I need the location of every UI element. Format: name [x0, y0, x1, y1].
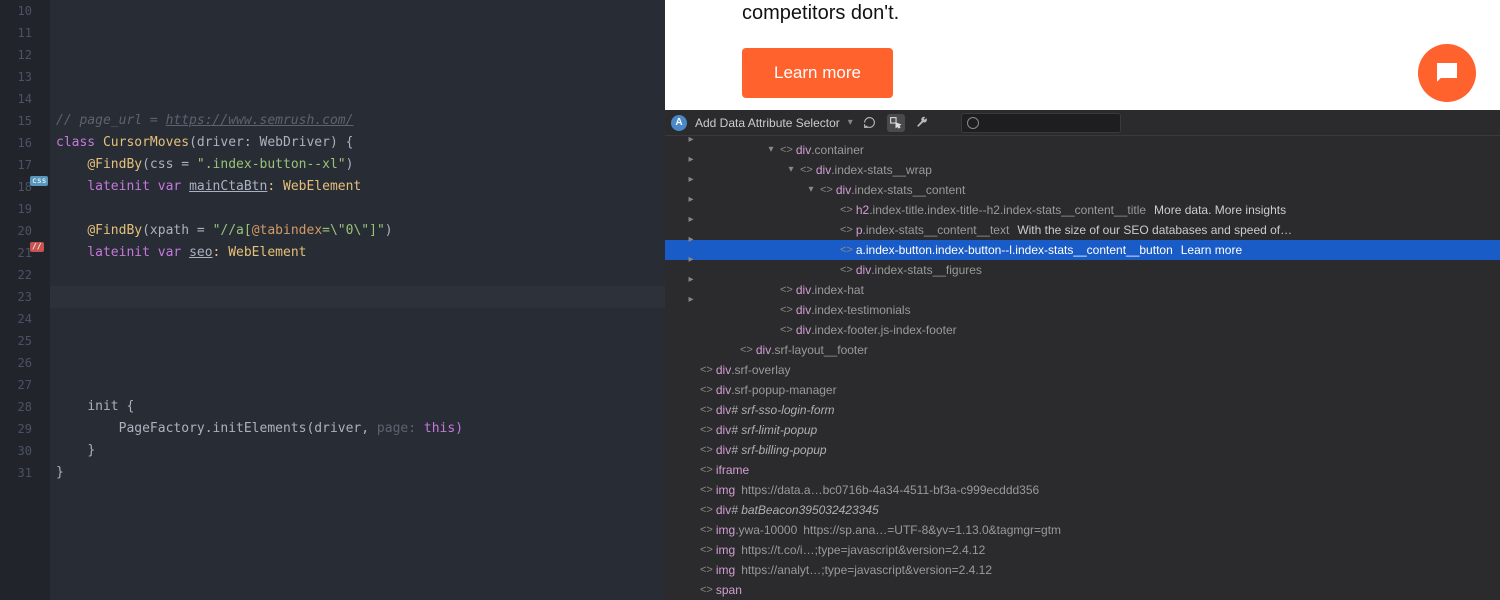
code-line[interactable]: [50, 198, 665, 220]
line-number: 15: [0, 110, 50, 132]
chat-icon[interactable]: [1418, 44, 1476, 102]
expand-chevron-icon[interactable]: [685, 290, 697, 600]
css-hint-icon[interactable]: css: [30, 168, 44, 182]
dom-node[interactable]: <>div# srf-billing-popup: [665, 440, 1500, 460]
line-number: 11: [0, 22, 50, 44]
line-number: 10: [0, 0, 50, 22]
dom-node[interactable]: <>div.srf-layout__footer: [665, 340, 1500, 360]
devtools-toolbar: A Add Data Attribute Selector ▾: [665, 110, 1500, 136]
dom-node[interactable]: <>imghttps://analyt…;type=javascript&ver…: [665, 560, 1500, 580]
line-number: 29: [0, 418, 50, 440]
dom-node[interactable]: <>span: [665, 580, 1500, 600]
code-line[interactable]: [50, 308, 665, 330]
dom-node[interactable]: <>imghttps://t.co/i…;type=javascript&ver…: [665, 540, 1500, 560]
expand-chevron-icon[interactable]: [785, 160, 797, 180]
line-number: 12: [0, 44, 50, 66]
dom-node[interactable]: <>img.ywa-10000https://sp.ana…=UTF-8&yv=…: [665, 520, 1500, 540]
code-line[interactable]: lateinit var seo: WebElement: [50, 242, 665, 264]
expand-chevron-icon[interactable]: [805, 180, 817, 200]
line-number: 19: [0, 198, 50, 220]
dom-node[interactable]: <>p.index-stats__content__textWith the s…: [665, 220, 1500, 240]
dom-node[interactable]: <>div.index-stats__content: [665, 180, 1500, 200]
code-line[interactable]: [50, 352, 665, 374]
dom-tree[interactable]: <>div.container<>div.index-stats__wrap<>…: [665, 136, 1500, 600]
code-line[interactable]: }: [50, 440, 665, 462]
devtools-panel: A Add Data Attribute Selector ▾ <>div.co…: [665, 110, 1500, 600]
dom-node[interactable]: <>div.index-hat: [665, 280, 1500, 300]
dom-node[interactable]: <>div# srf-limit-popup: [665, 420, 1500, 440]
line-number: 30: [0, 440, 50, 462]
code-line[interactable]: @FindBy(css = ".index-button--xl"): [50, 154, 665, 176]
code-line[interactable]: [50, 88, 665, 110]
code-line[interactable]: [50, 22, 665, 44]
code-line[interactable]: [50, 374, 665, 396]
code-editor[interactable]: 1011121314151617181920212223242526272829…: [0, 0, 665, 600]
dom-node[interactable]: <>div.index-stats__figures: [665, 260, 1500, 280]
code-line[interactable]: @FindBy(xpath = "//a[@tabindex=\"0\"]"): [50, 220, 665, 242]
right-pane: competitors don't. Learn more A Add Data…: [665, 0, 1500, 600]
code-line[interactable]: [50, 0, 665, 22]
dom-node[interactable]: <>h2.index-title.index-title--h2.index-s…: [665, 200, 1500, 220]
dom-node[interactable]: <>div.index-footer.js-index-footer: [665, 320, 1500, 340]
code-line[interactable]: }: [50, 462, 665, 484]
wrench-icon[interactable]: [913, 114, 931, 132]
line-number: 23: [0, 286, 50, 308]
dom-node[interactable]: <>div# srf-sso-login-form: [665, 400, 1500, 420]
code-line[interactable]: [50, 264, 665, 286]
selector-badge-icon: A: [671, 115, 687, 131]
code-line[interactable]: PageFactory.initElements(driver, page: t…: [50, 418, 665, 440]
code-line[interactable]: init {: [50, 396, 665, 418]
line-number: 27: [0, 374, 50, 396]
code-line[interactable]: lateinit var mainCtaBtn: WebElement: [50, 176, 665, 198]
chevron-down-icon[interactable]: ▾: [848, 117, 853, 128]
line-number: 26: [0, 352, 50, 374]
dom-node[interactable]: <>div.container: [665, 140, 1500, 160]
dom-node[interactable]: <>imghttps://data.a…bc0716b-4a34-4511-bf…: [665, 480, 1500, 500]
dom-node[interactable]: <>div.srf-popup-manager: [665, 380, 1500, 400]
code-line[interactable]: [50, 330, 665, 352]
line-number: 25: [0, 330, 50, 352]
preview-text: competitors don't.: [742, 0, 1500, 26]
dom-node[interactable]: <>div.index-stats__wrap: [665, 160, 1500, 180]
code-line[interactable]: [50, 66, 665, 88]
add-selector-label[interactable]: Add Data Attribute Selector: [695, 116, 840, 130]
code-line[interactable]: // page_url = https://www.semrush.com/: [50, 110, 665, 132]
learn-more-button[interactable]: Learn more: [742, 48, 893, 98]
line-number: 22: [0, 264, 50, 286]
browser-preview[interactable]: competitors don't. Learn more: [665, 0, 1500, 110]
dom-node[interactable]: <>iframe: [665, 460, 1500, 480]
inspect-icon[interactable]: [887, 114, 905, 132]
dom-node[interactable]: <>div# batBeacon395032423345: [665, 500, 1500, 520]
line-number: 24: [0, 308, 50, 330]
dom-node[interactable]: <>a.index-button.index-button--l.index-s…: [665, 240, 1500, 260]
line-number: 28: [0, 396, 50, 418]
line-number: 14: [0, 88, 50, 110]
dom-node[interactable]: <>div.index-testimonials: [665, 300, 1500, 320]
dom-node[interactable]: <>div.srf-overlay: [665, 360, 1500, 380]
code-line[interactable]: [50, 286, 665, 308]
line-number: 31: [0, 462, 50, 484]
code-area[interactable]: // page_url = https://www.semrush.com/cl…: [50, 0, 665, 600]
code-line[interactable]: class CursorMoves(driver: WebDriver) {: [50, 132, 665, 154]
line-gutter: 1011121314151617181920212223242526272829…: [0, 0, 50, 600]
refresh-icon[interactable]: [861, 114, 879, 132]
code-line[interactable]: [50, 44, 665, 66]
devtools-search-input[interactable]: [961, 113, 1121, 133]
xpath-hint-icon[interactable]: //: [30, 234, 44, 248]
line-number: 16: [0, 132, 50, 154]
line-number: 13: [0, 66, 50, 88]
